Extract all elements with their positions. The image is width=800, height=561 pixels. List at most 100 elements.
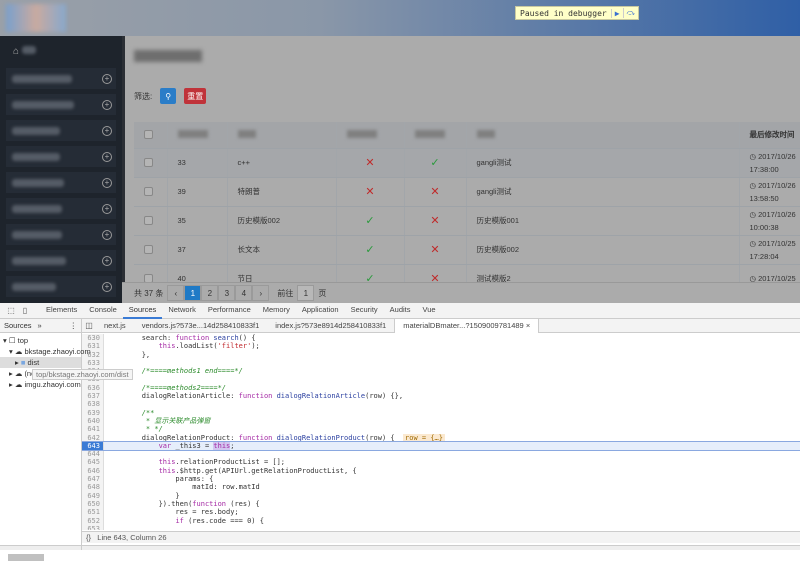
page-button[interactable]: 4 [235,285,253,301]
prev-page-button[interactable]: ‹ [167,285,185,301]
line-number[interactable]: 642 [82,433,104,442]
device-toolbar-icon[interactable]: ▯ [18,306,32,315]
code-line[interactable]: 650 }).then(function (res) { [82,499,800,509]
line-number[interactable]: 637 [82,392,104,401]
line-number[interactable]: 646 [82,466,104,476]
code-line[interactable]: 642 dialogRelationProduct: function dial… [82,433,800,442]
plus-circle-icon[interactable]: + [102,229,112,240]
line-number[interactable]: 647 [82,475,104,484]
step-over-icon[interactable]: ⤼ [622,8,639,18]
sidebar-item[interactable]: + [6,120,116,141]
sidebar-item[interactable]: + [6,94,116,115]
last-modified-header[interactable]: 最后修改时间 [739,122,800,149]
sidebar-item[interactable]: + [6,172,116,193]
line-number[interactable]: 644 [82,450,104,459]
devtools-tab-elements[interactable]: Elements [40,302,83,319]
sidebar-item[interactable]: + [6,276,116,297]
code-line[interactable]: 640 * 显示关联产品弹窗 [82,416,800,426]
toggle-navigator-icon[interactable]: ◫ [82,321,96,330]
code-line[interactable]: 632 }, [82,350,800,359]
table-row[interactable]: 39 特朗普 ✕ ✕ gangli测试 ◷ 2017/10/26 13:58:50 [134,177,800,207]
code-line[interactable]: 644 [82,450,800,459]
code-line[interactable]: 652 if (res.code === 0) { [82,516,800,525]
code-line[interactable]: 651 res = res.body; [82,508,800,517]
devtools-tab-security[interactable]: Security [345,302,384,319]
row-checkbox[interactable] [144,216,153,225]
code-line[interactable]: 634 /*====methods1 end====*/ [82,367,800,376]
code-line[interactable]: 633 [82,358,800,368]
code-line[interactable]: 636 /*====methods2====*/ [82,383,800,393]
file-tab[interactable]: next.js [96,319,134,333]
line-number[interactable]: 633 [82,358,104,368]
horizontal-scrollbar[interactable] [8,554,44,561]
code-line[interactable]: 645 this.relationProductList = []; [82,458,800,467]
sidebar-item[interactable]: + [6,198,116,219]
row-checkbox[interactable] [144,158,153,167]
sidebar-item[interactable]: + [6,224,116,245]
goto-page-input[interactable]: 1 [297,285,315,301]
sources-tab[interactable]: Sources [4,321,32,330]
plus-circle-icon[interactable]: + [102,281,112,292]
reset-button[interactable]: 重置 [184,88,207,104]
table-row[interactable]: 33 c++ ✕ ✓ gangli测试 ◷ 2017/10/26 17:38:00 [134,148,800,178]
line-number[interactable]: 636 [82,383,104,393]
code-editor[interactable]: 630 search: function search() {631 this.… [82,334,800,530]
page-button[interactable]: 1 [184,285,202,301]
sidebar-item[interactable]: + [6,250,116,271]
line-number[interactable]: 641 [82,425,104,434]
tree-item-dist[interactable]: ▸ ■ dist [0,357,81,368]
plus-circle-icon[interactable]: + [102,177,112,188]
line-number[interactable]: 648 [82,483,104,492]
close-tab-icon[interactable]: × [526,321,530,330]
line-number[interactable]: 638 [82,400,104,409]
plus-circle-icon[interactable]: + [102,203,112,214]
inspect-element-icon[interactable]: ⬚ [4,306,18,315]
devtools-tab-memory[interactable]: Memory [257,302,296,319]
tree-item-top[interactable]: ▾ ☐ top [0,335,81,346]
page-button[interactable]: 3 [218,285,236,301]
code-line[interactable]: 635 [82,375,800,384]
devtools-tab-application[interactable]: Application [296,302,345,319]
resume-icon[interactable]: ▶ [610,8,623,18]
page-button[interactable]: 2 [201,285,219,301]
select-all-checkbox[interactable] [144,130,153,140]
devtools-tab-sources[interactable]: Sources [122,302,163,319]
line-number[interactable]: 645 [82,458,104,467]
code-line[interactable]: 646 this.$http.get(APIUrl.getRelationPro… [82,466,800,476]
devtools-tab-performance[interactable]: Performance [202,302,257,319]
line-number[interactable]: 650 [82,499,104,509]
plus-circle-icon[interactable]: + [102,151,112,162]
file-tab[interactable]: materialDBmater...?1509009781489 × [394,318,540,333]
plus-circle-icon[interactable]: + [102,73,112,84]
next-page-button[interactable]: › [252,285,270,301]
row-checkbox[interactable] [144,245,153,254]
line-number[interactable]: 639 [82,408,104,417]
code-line[interactable]: 631 this.loadList('filter'); [82,342,800,351]
pretty-print-icon[interactable]: {} [86,533,91,542]
code-line[interactable]: 653 [82,524,800,530]
line-number[interactable]: 630 [82,334,104,343]
plus-circle-icon[interactable]: + [102,255,112,266]
devtools-tab-network[interactable]: Network [162,302,202,319]
line-number[interactable]: 651 [82,508,104,517]
code-line[interactable]: 648 matId: row.matId [82,483,800,492]
devtools-tab-vue[interactable]: Vue [417,302,442,319]
table-row[interactable]: 37 长文本 ✓ ✕ 历史模版002 ◷ 2017/10/25 17:28:04 [134,235,800,265]
line-number[interactable]: 643 [82,441,104,451]
code-line[interactable]: 647 params: { [82,475,800,484]
sidebar-item[interactable]: + [6,146,116,167]
code-line[interactable]: 638 [82,400,800,409]
devtools-tab-audits[interactable]: Audits [384,302,417,319]
menu-icon[interactable]: ⋮ [70,321,82,330]
code-line[interactable]: 637 dialogRelationArticle: function dial… [82,392,800,401]
home-icon[interactable]: ⌂ [13,46,36,57]
devtools-tab-console[interactable]: Console [83,302,123,319]
code-line[interactable]: 639 /** [82,408,800,417]
tree-item-imgu[interactable]: ▸ ☁ imgu.zhaoyi.com [0,379,81,390]
code-line[interactable]: 641 * */ [82,425,800,434]
line-number[interactable]: 649 [82,491,104,500]
line-number[interactable]: 653 [82,524,104,530]
more-tabs-button[interactable]: » [38,321,42,330]
file-tab[interactable]: index.js?573e8914d258410833f1 [267,319,394,333]
code-line-breakpoint[interactable]: 643 var _this3 = this; [82,440,800,452]
